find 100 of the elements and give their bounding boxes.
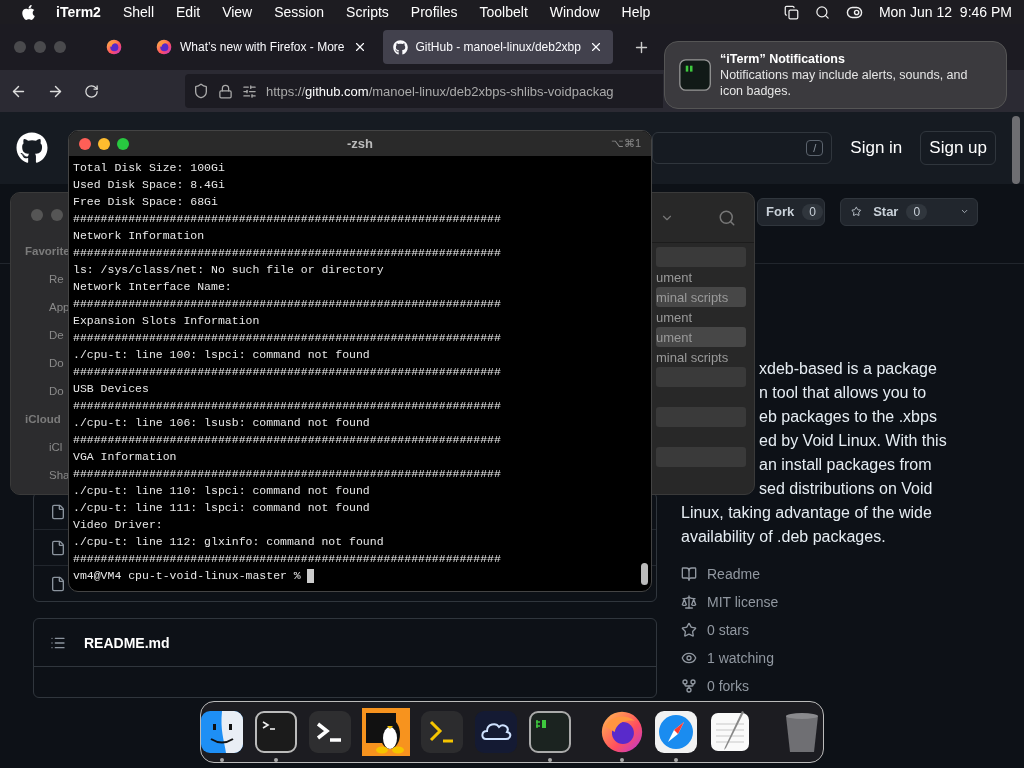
- terminal-line: Expansion Slots Information: [73, 313, 260, 329]
- terminal-line: ./cpu-t: line 100: lspci: command not found: [73, 347, 370, 363]
- terminal-icon[interactable]: [420, 710, 464, 754]
- text-cursor: [306, 568, 314, 583]
- terminal-icon[interactable]: [308, 710, 352, 754]
- repo-meta-link[interactable]: 0 stars: [681, 620, 779, 640]
- menu-item[interactable]: Window: [538, 4, 611, 20]
- menu-item[interactable]: Session: [263, 4, 336, 20]
- lock-icon: [218, 83, 233, 99]
- repo-meta-link[interactable]: 0 forks: [681, 676, 779, 696]
- star-button[interactable]: Star 0: [840, 197, 978, 226]
- terminal-line: ./cpu-t: line 111: lspci: command not found: [73, 500, 370, 516]
- scrollbar-thumb[interactable]: [1012, 116, 1020, 184]
- star-icon: [681, 622, 697, 638]
- zoom-button[interactable]: [117, 137, 129, 150]
- terminal-line: ##############################################################: [73, 466, 501, 482]
- terminal-line: ##############################################################: [73, 330, 501, 346]
- terminal-line: ##############################################################: [73, 245, 501, 261]
- about-text: sed distributions on Void: [759, 479, 933, 499]
- terminal-line: ./cpu-t: line 112: glxinfo: command not found: [73, 534, 384, 550]
- terminal-icon: [679, 56, 712, 94]
- file-icon: [50, 539, 66, 556]
- terminal-line: Used Disk Space: 8.4Gi: [73, 177, 225, 193]
- terminal-line: VGA Information: [73, 449, 177, 465]
- file-row[interactable]: minal scripts: [656, 347, 746, 367]
- sidebar-item[interactable]: De: [49, 321, 64, 349]
- browser-logo-icon: [156, 39, 172, 55]
- close-light: [31, 209, 43, 221]
- about-text: an install packages from: [759, 455, 932, 475]
- minimize-button[interactable]: [98, 137, 110, 150]
- file-row[interactable]: ument: [656, 307, 746, 327]
- url-text: https://github.com/manoel-linux/deb2xbps-shlibs-voidpackag: [266, 83, 614, 99]
- terminal-line: Network Information: [73, 228, 205, 244]
- sidebar-item[interactable]: Do: [49, 377, 64, 405]
- menu-item[interactable]: Scripts: [335, 4, 400, 20]
- about-text: eb packages to the .xbps: [759, 407, 937, 427]
- repo-meta-link[interactable]: 1 watching: [681, 648, 779, 668]
- repo-meta-link[interactable]: Readme: [681, 564, 779, 584]
- reload-icon[interactable]: [84, 83, 99, 99]
- scrollbar-thumb[interactable]: [641, 563, 648, 585]
- terminal-line: Video Driver:: [73, 517, 163, 533]
- terminal-icon[interactable]: [528, 710, 572, 754]
- terminal-line: ##############################################################: [73, 432, 501, 448]
- browser-tab[interactable]: GitHub - manoel-linux/deb2xbp: [382, 30, 613, 64]
- terminal-line: ./cpu-t: line 110: lspci: command not found: [73, 483, 370, 499]
- menu-item[interactable]: Toolbelt: [468, 4, 539, 20]
- sidebar-item[interactable]: iCl: [49, 433, 63, 461]
- terminal-line: Free Disk Space: 68Gi: [73, 194, 218, 210]
- zoom-light: [54, 41, 66, 53]
- terminal-line: Total Disk Size: 100Gi: [73, 160, 225, 176]
- address-field[interactable]: https://github.com/manoel-linux/deb2xbps-shlibs-voidpackag: [185, 74, 663, 108]
- search-icon[interactable]: [814, 4, 830, 20]
- notification-body: Notifications may include alerts, sounds, and icon badges.: [720, 67, 969, 99]
- scale-icon: [681, 594, 697, 610]
- menu-item[interactable]: iTerm2: [45, 4, 112, 20]
- screen-mirroring-icon[interactable]: [783, 4, 799, 20]
- terminal-line: ##############################################################: [73, 296, 501, 312]
- menu-item[interactable]: Edit: [165, 4, 212, 20]
- penguin-icon[interactable]: [362, 708, 410, 756]
- file-row[interactable]: ument: [656, 267, 746, 287]
- browser-tab[interactable]: What’s new with Firefox - More: [146, 30, 377, 64]
- menu-item[interactable]: Help: [610, 4, 662, 20]
- fork-button[interactable]: Fork 0: [757, 197, 825, 226]
- cat-logo-icon: [392, 39, 408, 55]
- notification-title: “iTerm” Notifications: [720, 51, 846, 67]
- sidebar-item[interactable]: Do: [49, 349, 64, 377]
- sign-up-button[interactable]: Sign up: [920, 131, 996, 165]
- sidebar-item[interactable]: Sha: [49, 461, 70, 489]
- browser-logo-icon[interactable]: [600, 710, 644, 754]
- terminal-line: USB Devices: [73, 381, 149, 397]
- close-light: [14, 41, 26, 53]
- shield-icon: [193, 83, 209, 99]
- face-icon[interactable]: [200, 710, 244, 754]
- star-icon: [851, 204, 862, 219]
- cat-logo-icon[interactable]: [16, 132, 48, 164]
- about-text: n tool that allows you to: [759, 383, 927, 403]
- cloud-icon[interactable]: [474, 710, 518, 754]
- apple-menu-icon[interactable]: [20, 3, 37, 21]
- notepad-icon[interactable]: [708, 710, 752, 754]
- menu-item[interactable]: View: [211, 4, 264, 20]
- browser-logo-icon: [106, 39, 122, 55]
- about-text: xdeb-based is a package: [759, 359, 937, 379]
- sidebar-item[interactable]: Re: [49, 265, 64, 293]
- window-title: -zsh: [347, 136, 373, 151]
- menu-item[interactable]: Shell: [111, 4, 165, 20]
- sidebar-heading: Favorite: [25, 244, 70, 259]
- terminal-line: ##############################################################: [73, 364, 501, 380]
- search-field[interactable]: /: [652, 132, 833, 164]
- terminal-line: Network Interface Name:: [73, 279, 232, 295]
- sidebar-heading: iCloud: [25, 412, 61, 427]
- repo-meta-link[interactable]: MIT license: [681, 592, 779, 612]
- sign-in-link[interactable]: Sign in: [846, 138, 907, 158]
- menu-item[interactable]: Profiles: [399, 4, 469, 20]
- notification-banner[interactable]: “iTerm” Notifications Notifications may include alerts, sounds, and icon badges.: [664, 41, 1007, 109]
- compass-icon[interactable]: [654, 710, 698, 754]
- menu-clock[interactable]: Mon Jun 12 9:46 PM: [878, 4, 1012, 20]
- terminal-icon[interactable]: [254, 710, 298, 754]
- file-icon: [50, 575, 66, 592]
- close-button[interactable]: [79, 137, 91, 150]
- readme-title: README.md: [84, 634, 170, 651]
